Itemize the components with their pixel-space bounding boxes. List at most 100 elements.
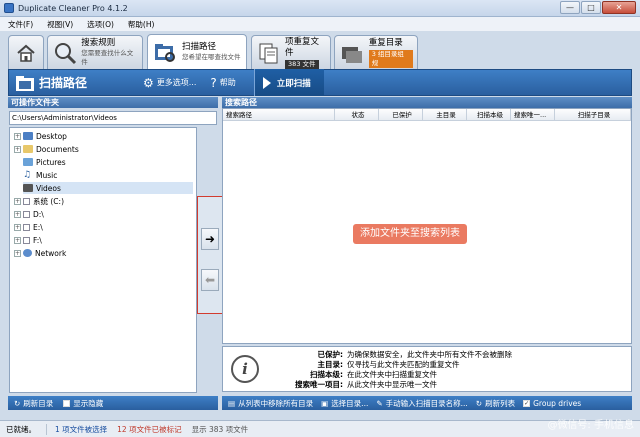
checkbox[interactable] (23, 223, 30, 231)
info-row: 主目录: 仅寻找与此文件夹匹配的重复文件 (265, 360, 460, 370)
info-panel: i 已保护: 为确保数据安全，此文件夹中所有文件不会被删除 主目录: 仅寻找与此文件… (222, 346, 632, 392)
tab-duplicate-files-title: 项重复文件 (285, 36, 320, 58)
folder-icon (16, 75, 34, 91)
tree-label: F:\ (33, 235, 42, 245)
info-key: 已保护: (317, 350, 344, 359)
col-subfolders[interactable]: 扫描子目录 (555, 109, 631, 121)
tree-item-drive-f[interactable]: + F:\ (14, 234, 42, 246)
tree-label: 系统 (C:) (33, 196, 64, 206)
add-to-search-button[interactable]: ➜ (201, 228, 219, 250)
col-scan-level[interactable]: 扫描本级 (467, 109, 511, 121)
tree-item-network[interactable]: + Network (14, 247, 66, 259)
left-bottom-bar: ↻ 刷新目录 显示隐藏 (8, 396, 218, 410)
more-options-label: 更多选项... (156, 78, 197, 87)
expand-icon[interactable]: + (14, 249, 21, 257)
expand-icon[interactable]: + (14, 236, 21, 244)
tab-search-rules[interactable]: 搜索规则 您需要查找什么文件 (47, 35, 143, 69)
show-hidden-checkbox[interactable] (63, 399, 71, 407)
app-icon (4, 3, 14, 13)
folder-search-icon (155, 44, 175, 62)
refresh-icon: ↻ (14, 398, 21, 408)
info-icon: i (231, 355, 259, 383)
right-bottom-bar: ▤ 从列表中移除所有目录 ▣ 选择目录... ✎ 手动输入扫描目录名称... ↻ 刷新列… (222, 396, 632, 410)
group-drives-checkbox[interactable]: ✓ (523, 399, 531, 407)
menu-options[interactable]: 选项(O) (87, 19, 114, 30)
maximize-button[interactable]: □ (581, 1, 601, 14)
col-master[interactable]: 主目录 (423, 109, 467, 121)
tab-duplicate-folders-title: 重复目录 (368, 37, 403, 48)
menu-help[interactable]: 帮助(H) (128, 19, 155, 30)
expand-icon[interactable]: + (14, 132, 21, 140)
tree-item-desktop[interactable]: + Desktop (14, 130, 67, 142)
window-title: Duplicate Cleaner Pro 4.1.2 (18, 3, 128, 13)
menu-view[interactable]: 视图(V) (47, 19, 73, 30)
minimize-button[interactable]: — (560, 1, 580, 14)
expand-icon[interactable]: + (14, 197, 21, 205)
checkbox[interactable] (23, 210, 30, 218)
tab-home[interactable] (8, 35, 44, 69)
remove-all-button[interactable]: ▤ 从列表中移除所有目录 (228, 398, 313, 409)
tree-item-pictures[interactable]: Pictures (23, 156, 66, 168)
help-button[interactable]: ? 帮助 (210, 76, 235, 90)
info-row: 扫描本级: 在此文件夹中扫描重复文件 (265, 370, 437, 380)
info-value: 从此文件夹中显示唯一文件 (347, 380, 437, 389)
videos-icon (23, 184, 33, 192)
refresh-list-label: 刷新列表 (485, 398, 516, 408)
tree-label: Desktop (36, 131, 67, 141)
menu-bar: 文件(F) 视图(V) 选项(O) 帮助(H) (0, 17, 640, 31)
info-row: 已保护: 为确保数据安全，此文件夹中所有文件不会被删除 (265, 350, 513, 360)
files-count-badge: 383 文件 (285, 59, 319, 69)
refresh-list-button[interactable]: ↻ 刷新列表 (476, 398, 515, 409)
documents-icon (23, 145, 33, 153)
refresh-folders-button[interactable]: ↻ 刷新目录 (14, 398, 53, 409)
tab-duplicate-folders[interactable]: 重复目录 3 组目录组规 (334, 35, 418, 69)
tree-item-drive-d[interactable]: + D:\ (14, 208, 44, 220)
menu-file[interactable]: 文件(F) (8, 19, 33, 30)
path-field[interactable]: C:\Users\Administrator\Videos (9, 111, 217, 125)
tree-item-drive-e[interactable]: + E:\ (14, 221, 43, 233)
status-divider (46, 423, 47, 435)
tab-duplicate-files[interactable]: 项重复文件 383 文件 (251, 35, 331, 69)
col-protected[interactable]: 已保护 (379, 109, 423, 121)
status-marked: 12 项文件已被标记 (117, 424, 182, 434)
tree-label: Pictures (36, 157, 66, 167)
manual-entry-button[interactable]: ✎ 手动输入扫描目录名称... (376, 398, 467, 409)
tree-item-drive-c[interactable]: + 系统 (C:) (14, 195, 64, 207)
info-key: 搜索唯一项目: (295, 380, 343, 389)
section-toolbar: 扫描路径 ⚙ 更多选项... ? 帮助 立即扫描 (8, 69, 632, 96)
section-title: 扫描路径 (39, 76, 88, 90)
remove-from-search-button[interactable]: ⬅ (201, 269, 219, 291)
col-status[interactable]: 状态 (335, 109, 379, 121)
folder-tree: + Desktop + Documents Pictures ♫ Music Vide… (9, 127, 197, 393)
close-button[interactable]: ✕ (602, 1, 636, 14)
tree-item-music[interactable]: ♫ Music (23, 169, 57, 181)
checkbox[interactable] (23, 197, 30, 205)
tab-search-rules-subtitle: 您需要查找什么文件 (81, 49, 134, 66)
select-directory-label: 选择目录... (331, 398, 369, 408)
checkbox[interactable] (23, 236, 30, 244)
select-directory-button[interactable]: ▣ 选择目录... (321, 398, 368, 409)
expand-icon[interactable]: + (14, 210, 21, 218)
list-remove-icon: ▤ (228, 398, 236, 408)
tree-item-documents[interactable]: + Documents (14, 143, 79, 155)
refresh-icon: ↻ (475, 398, 483, 408)
folders-panel-header: 可操作文件夹 (8, 97, 218, 108)
col-search-path[interactable]: 搜索路径 (223, 109, 335, 121)
expand-icon[interactable]: + (14, 223, 21, 231)
scan-now-label: 立即扫描 (276, 78, 311, 89)
tab-scan-paths[interactable]: 扫描路径 您希望在哪查找文件 (147, 34, 247, 69)
more-options-button[interactable]: ⚙ 更多选项... (143, 76, 196, 90)
home-icon (17, 44, 35, 62)
group-drives-toggle[interactable]: ✓ Group drives (523, 399, 581, 408)
tree-label: E:\ (33, 222, 43, 232)
expand-icon[interactable]: + (14, 145, 21, 153)
scan-now-button[interactable]: 立即扫描 (253, 69, 324, 96)
info-row: 搜索唯一项目: 从此文件夹中显示唯一文件 (265, 380, 437, 390)
music-icon: ♫ (23, 170, 32, 180)
group-drives-label: Group drives (533, 398, 582, 408)
col-unique[interactable]: 搜索唯一... (511, 109, 555, 121)
tree-item-videos[interactable]: Videos (23, 182, 193, 194)
transfer-buttons-group: ➜ ⬅ (197, 196, 223, 314)
show-hidden-toggle[interactable]: 显示隐藏 (63, 398, 103, 409)
main-tabs: 搜索规则 您需要查找什么文件 扫描路径 您希望在哪查找文件 项重复文件 383 文件 … (0, 31, 640, 69)
